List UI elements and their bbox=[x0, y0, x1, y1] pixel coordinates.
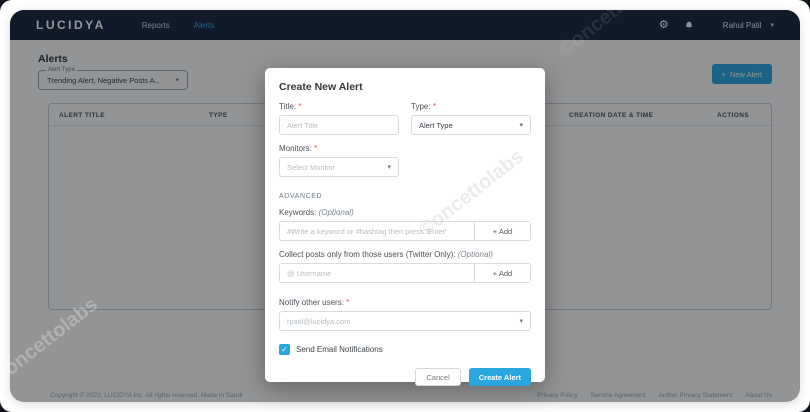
alert-title-input[interactable] bbox=[279, 115, 399, 135]
chevron-down-icon: ▾ bbox=[519, 121, 523, 129]
type-field-group: Type: * Alert Type ▾ bbox=[411, 93, 531, 135]
monitors-select[interactable]: Select Monitor ▾ bbox=[279, 157, 399, 177]
type-field-label: Type: * bbox=[411, 102, 531, 111]
keywords-input[interactable] bbox=[280, 222, 474, 240]
chevron-down-icon: ▾ bbox=[519, 317, 523, 325]
collect-users-field-label: Collect posts only from those users (Twi… bbox=[279, 250, 531, 259]
screenshot-stage: LUCIDYA Reports Alerts ⚙ Rahul Patil ▾ A… bbox=[0, 0, 810, 412]
alert-type-select-value: Alert Type bbox=[419, 121, 453, 130]
username-input[interactable] bbox=[280, 264, 474, 282]
send-email-checkbox-label: Send Email Notifications bbox=[296, 345, 383, 354]
notify-users-field-label: Notify other users: * bbox=[279, 298, 531, 307]
type-label-text: Type: bbox=[411, 102, 431, 111]
optional-mark: (Optional) bbox=[319, 208, 354, 217]
required-asterisk: * bbox=[346, 298, 349, 307]
advanced-section-label: ADVANCED bbox=[279, 193, 531, 200]
required-asterisk: * bbox=[314, 144, 317, 153]
keywords-label-text: Keywords: bbox=[279, 208, 316, 217]
title-field-label: Title: * bbox=[279, 102, 399, 111]
keywords-add-button[interactable]: + Add bbox=[474, 222, 530, 240]
monitors-select-placeholder: Select Monitor bbox=[287, 163, 335, 172]
cancel-button[interactable]: Cancel bbox=[415, 368, 460, 386]
username-add-button[interactable]: + Add bbox=[474, 264, 530, 282]
monitors-label-text: Monitors: bbox=[279, 144, 312, 153]
email-notifications-row: ✓ Send Email Notifications bbox=[279, 344, 531, 355]
title-label-text: Title: bbox=[279, 102, 296, 111]
alert-type-select[interactable]: Alert Type ▾ bbox=[411, 115, 531, 135]
keywords-field-label: Keywords: (Optional) bbox=[279, 208, 531, 217]
send-email-checkbox[interactable]: ✓ bbox=[279, 344, 290, 355]
username-input-group: + Add bbox=[279, 263, 531, 283]
collect-users-label-text: Collect posts only from those users (Twi… bbox=[279, 250, 456, 259]
required-asterisk: * bbox=[433, 102, 436, 111]
notify-users-select[interactable]: rpatil@lucidya.com ▾ bbox=[279, 311, 531, 331]
create-alert-button[interactable]: Create Alert bbox=[469, 368, 531, 386]
optional-mark: (Optional) bbox=[458, 250, 493, 259]
required-asterisk: * bbox=[298, 102, 301, 111]
title-field-group: Title: * bbox=[279, 93, 399, 135]
modal-title: Create New Alert bbox=[279, 81, 531, 93]
keywords-input-group: + Add bbox=[279, 221, 531, 241]
notify-users-select-value: rpatil@lucidya.com bbox=[287, 317, 350, 326]
chevron-down-icon: ▾ bbox=[387, 163, 391, 171]
modal-actions: Cancel Create Alert bbox=[279, 368, 531, 386]
create-new-alert-modal: Create New Alert Title: * Type: * Alert … bbox=[265, 68, 545, 382]
title-type-row: Title: * Type: * Alert Type ▾ bbox=[279, 93, 531, 135]
monitors-field-label: Monitors: * bbox=[279, 144, 531, 153]
notify-users-label-text: Notify other users: bbox=[279, 298, 344, 307]
